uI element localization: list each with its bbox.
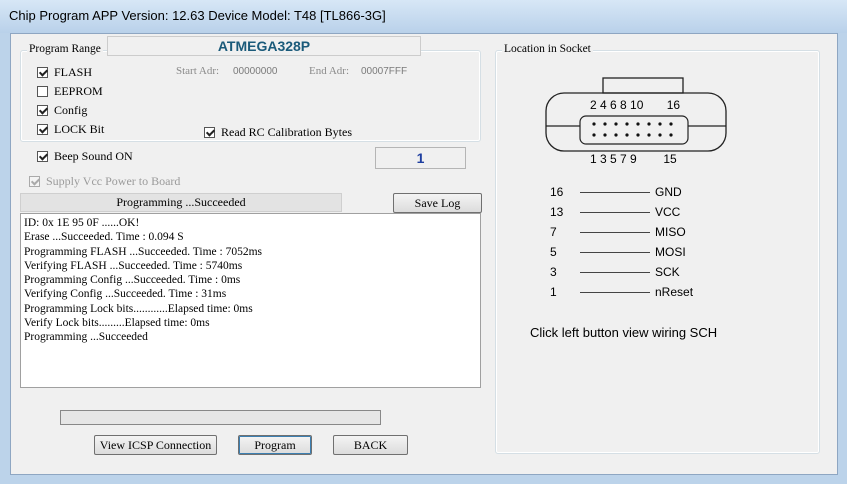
pin-number: 16 <box>550 185 564 199</box>
pin-connector-line <box>580 212 650 213</box>
start-adr-label: Start Adr: <box>176 65 220 77</box>
flash-checkbox[interactable]: FLASH <box>37 65 92 80</box>
supply-vcc-checkbox-box <box>29 176 40 187</box>
progress-bar <box>60 410 381 425</box>
pin-number: 5 <box>550 245 557 259</box>
log-line: Programming Lock bits............Elapsed… <box>24 302 253 315</box>
beep-sound-checkbox-box[interactable] <box>37 151 48 162</box>
window-title: Chip Program APP Version: 12.63 Device M… <box>9 8 386 23</box>
pin-connector-line <box>580 232 650 233</box>
eeprom-checkbox[interactable]: EEPROM <box>37 84 103 99</box>
eeprom-checkbox-box[interactable] <box>37 86 48 97</box>
window-frame-left <box>0 33 10 484</box>
eeprom-checkbox-label: EEPROM <box>54 84 103 98</box>
beep-sound-checkbox[interactable]: Beep Sound ON <box>37 149 133 164</box>
lock-bit-checkbox[interactable]: LOCK Bit <box>37 122 104 137</box>
read-rc-checkbox-box[interactable] <box>204 127 215 138</box>
view-icsp-connection-button[interactable]: View ICSP Connection <box>94 435 217 455</box>
read-rc-checkbox-label: Read RC Calibration Bytes <box>221 125 352 139</box>
log-line: Verifying Config ...Succeeded. Time : 31… <box>24 288 227 301</box>
pin-signal: SCK <box>655 265 680 279</box>
flash-checkbox-box[interactable] <box>37 67 48 78</box>
end-adr-value: 00007FFF <box>361 66 408 77</box>
connector-bottom-pin-numbers: 1 3 5 7 9 15 <box>590 152 677 166</box>
pin-number: 1 <box>550 285 557 299</box>
program-count-display: 1 <box>375 147 466 169</box>
connector-pins <box>592 122 673 137</box>
pin-signal: MOSI <box>655 245 686 259</box>
log-line: Programming FLASH ...Succeeded. Time : 7… <box>24 245 262 258</box>
back-button[interactable]: BACK <box>333 435 408 455</box>
log-line: Programming Config ...Succeeded. Time : … <box>24 274 241 287</box>
icsp-connector-diagram[interactable]: 2 4 6 8 10 16 1 3 5 7 9 15 <box>540 74 730 174</box>
config-checkbox-label: Config <box>54 103 88 117</box>
window-frame-bottom <box>0 475 847 484</box>
pin-signal: VCC <box>655 205 681 219</box>
connector-key-notch <box>602 77 684 94</box>
connector-top-pin-numbers: 2 4 6 8 10 16 <box>590 98 680 112</box>
lock-bit-checkbox-box[interactable] <box>37 124 48 135</box>
pin-connector-line <box>580 192 650 193</box>
log-line: ID: 0x 1E 95 0F ......OK! <box>24 217 140 229</box>
flash-checkbox-label: FLASH <box>54 65 93 79</box>
pin-connector-line <box>580 252 650 253</box>
pin-number: 3 <box>550 265 557 279</box>
config-checkbox[interactable]: Config <box>37 103 87 118</box>
pin-signal: MISO <box>655 225 686 239</box>
program-range-legend: Program Range <box>27 43 103 55</box>
pin-number: 7 <box>550 225 557 239</box>
lock-bit-checkbox-label: LOCK Bit <box>54 122 105 136</box>
program-button[interactable]: Program <box>238 435 312 455</box>
log-line: Programming ...Succeeded <box>24 331 148 344</box>
start-adr-value: 00000000 <box>233 66 278 77</box>
pin-signal: GND <box>655 185 682 199</box>
wiring-hint-text: Click left button view wiring SCH <box>530 325 718 340</box>
supply-vcc-checkbox-label: Supply Vcc Power to Board <box>46 174 181 188</box>
read-rc-checkbox[interactable]: Read RC Calibration Bytes <box>204 125 352 140</box>
end-adr-label: End Adr: <box>309 65 350 77</box>
beep-sound-checkbox-label: Beep Sound ON <box>54 149 133 163</box>
status-bar: Programming ...Succeeded <box>20 193 342 212</box>
log-textarea[interactable]: ID: 0x 1E 95 0F ......OK! Erase ...Succe… <box>20 213 481 388</box>
save-log-button[interactable]: Save Log <box>393 193 482 213</box>
pin-number: 13 <box>550 205 564 219</box>
location-in-socket-legend: Location in Socket <box>502 43 593 55</box>
pin-connector-line <box>580 292 650 293</box>
supply-vcc-checkbox: Supply Vcc Power to Board <box>29 174 180 189</box>
log-line: Verifying FLASH ...Succeeded. Time : 574… <box>24 259 243 272</box>
log-line: Verify Lock bits.........Elapsed time: 0… <box>24 317 210 330</box>
pin-connector-line <box>580 272 650 273</box>
log-line: Erase ...Succeeded. Time : 0.094 S <box>24 231 184 244</box>
pin-signal: nReset <box>655 285 694 299</box>
connector-pin-block <box>579 115 689 145</box>
chip-name: ATMEGA328P <box>107 36 421 56</box>
title-bar: Chip Program APP Version: 12.63 Device M… <box>0 0 847 33</box>
config-checkbox-box[interactable] <box>37 105 48 116</box>
window-frame-right <box>838 33 847 484</box>
